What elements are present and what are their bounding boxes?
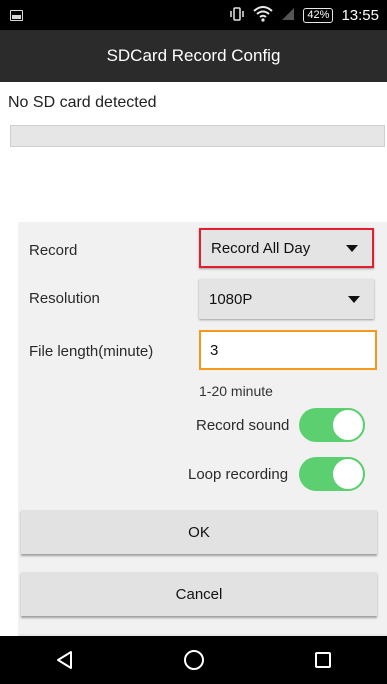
toggle-knob (331, 457, 365, 491)
clock: 13:55 (341, 6, 379, 24)
record-label: Record (29, 242, 78, 259)
sd-card-status: No SD card detected (8, 94, 157, 111)
file-length-input[interactable]: 3 (199, 330, 377, 370)
loop-recording-toggle[interactable] (299, 457, 365, 491)
dropdown-arrow-icon (348, 296, 360, 303)
back-triangle-icon[interactable] (45, 640, 85, 680)
navigation-bar (0, 636, 387, 684)
file-length-label: File length(minute) (29, 343, 154, 360)
battery-indicator: 42% (303, 7, 334, 23)
record-sound-label: Record sound (196, 417, 290, 434)
dropdown-arrow-icon (346, 245, 358, 252)
main-content: No SD card detected Record Record All Da… (0, 82, 387, 638)
status-bar: 42% 13:55 (0, 0, 387, 30)
title-bar: SDCard Record Config (0, 30, 387, 82)
page-title: SDCard Record Config (106, 46, 281, 65)
status-bar-left (10, 9, 23, 21)
wifi-icon (253, 5, 274, 25)
toggle-knob (331, 408, 365, 442)
ok-button[interactable]: OK (21, 510, 377, 554)
home-icon[interactable] (174, 640, 214, 680)
file-length-hint: 1-20 minute (199, 383, 273, 399)
record-sound-toggle[interactable] (299, 408, 365, 442)
record-mode-value: Record All Day (211, 239, 311, 257)
sd-card-progress-bar (10, 125, 385, 147)
recents-square-icon[interactable] (303, 640, 343, 680)
resolution-value: 1080P (209, 290, 253, 308)
image-icon (10, 9, 23, 21)
signal-icon (281, 7, 295, 24)
status-bar-right: 42% 13:55 (229, 5, 379, 25)
loop-recording-label: Loop recording (188, 466, 289, 483)
record-mode-dropdown[interactable]: Record All Day (199, 228, 374, 268)
vibrate-icon (229, 6, 245, 24)
resolution-label: Resolution (29, 290, 100, 307)
resolution-dropdown[interactable]: 1080P (199, 279, 374, 319)
cancel-button[interactable]: Cancel (21, 572, 377, 616)
file-length-value: 3 (210, 341, 219, 359)
